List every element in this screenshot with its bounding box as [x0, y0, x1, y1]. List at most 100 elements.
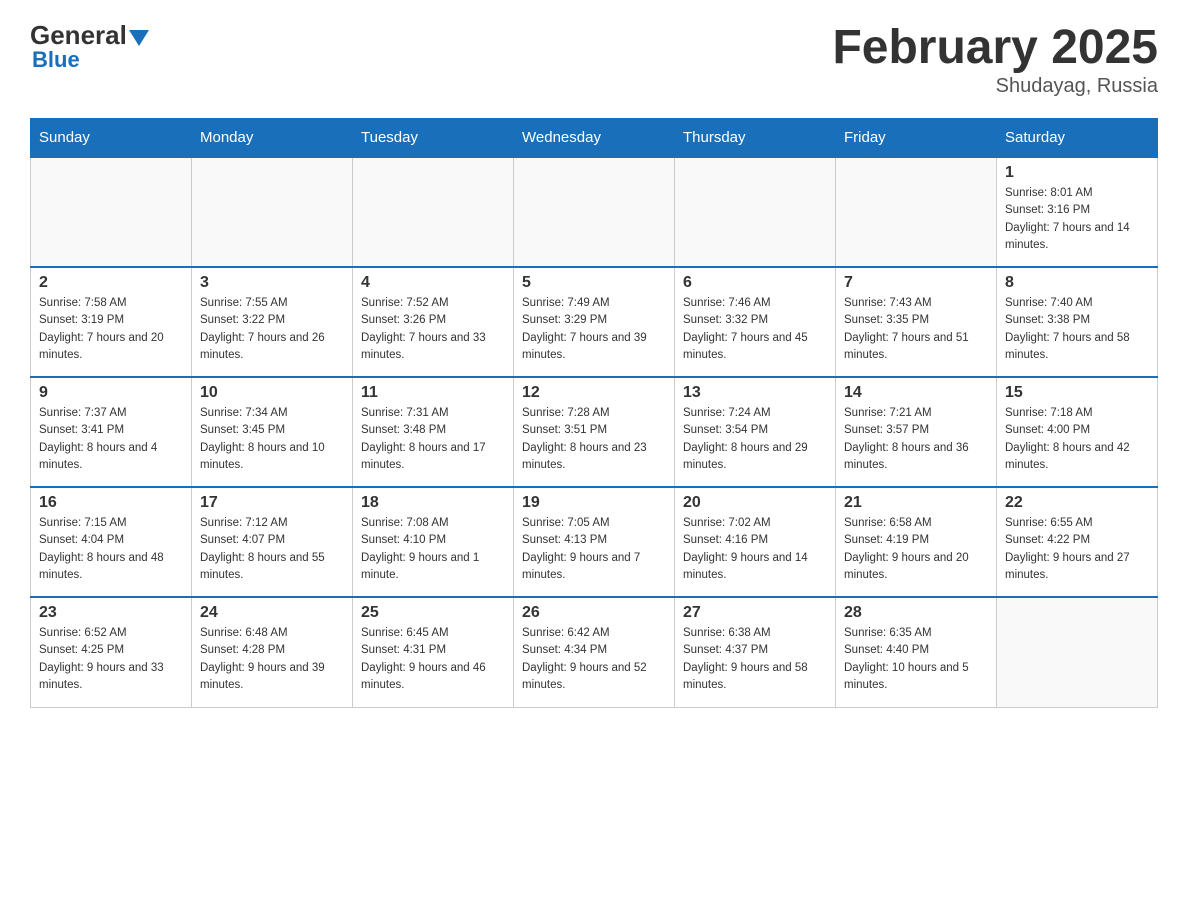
day-info: Sunrise: 6:55 AMSunset: 4:22 PMDaylight:… — [1005, 515, 1149, 584]
calendar-cell: 4 Sunrise: 7:52 AMSunset: 3:26 PMDaylight… — [353, 267, 514, 377]
day-number: 28 — [844, 604, 988, 622]
day-number: 16 — [39, 494, 183, 512]
day-info: Sunrise: 7:05 AMSunset: 4:13 PMDaylight:… — [522, 515, 666, 584]
day-info: Sunrise: 7:58 AMSunset: 3:19 PMDaylight:… — [39, 295, 183, 364]
calendar-cell: 2Sunrise: 7:58 AMSunset: 3:19 PMDaylight… — [31, 267, 192, 377]
day-info: Sunrise: 7:28 AMSunset: 3:51 PMDaylight:… — [522, 405, 666, 474]
day-info: Sunrise: 7:24 AMSunset: 3:54 PMDaylight:… — [683, 405, 827, 474]
day-info: Sunrise: 7:31 AMSunset: 3:48 PMDaylight:… — [361, 405, 505, 474]
day-number: 27 — [683, 604, 827, 622]
day-info: Sunrise: 6:52 AMSunset: 4:25 PMDaylight:… — [39, 625, 183, 694]
day-info: Sunrise: 7:12 AMSunset: 4:07 PMDaylight:… — [200, 515, 344, 584]
calendar-cell: 7 Sunrise: 7:43 AMSunset: 3:35 PMDaylight… — [836, 267, 997, 377]
day-header-monday: Monday — [192, 119, 353, 158]
month-title: February 2025 — [832, 20, 1158, 75]
calendar-cell: 9 Sunrise: 7:37 AMSunset: 3:41 PMDaylight… — [31, 377, 192, 487]
calendar-cell: 22 Sunrise: 6:55 AMSunset: 4:22 PMDayligh… — [997, 487, 1158, 597]
calendar-cell: 27 Sunrise: 6:38 AMSunset: 4:37 PMDayligh… — [675, 597, 836, 707]
logo: General Blue — [30, 20, 149, 73]
day-number: 7 — [844, 274, 988, 292]
day-number: 10 — [200, 384, 344, 402]
day-number: 24 — [200, 604, 344, 622]
title-section: February 2025 Shudayag, Russia — [832, 20, 1158, 98]
calendar-cell: 3Sunrise: 7:55 AMSunset: 3:22 PMDaylight… — [192, 267, 353, 377]
calendar-cell: 14 Sunrise: 7:21 AMSunset: 3:57 PMDayligh… — [836, 377, 997, 487]
day-info: Sunrise: 7:21 AMSunset: 3:57 PMDaylight:… — [844, 405, 988, 474]
day-info: Sunrise: 6:48 AMSunset: 4:28 PMDaylight:… — [200, 625, 344, 694]
day-number: 25 — [361, 604, 505, 622]
day-number: 11 — [361, 384, 505, 402]
calendar-week-5: 23 Sunrise: 6:52 AMSunset: 4:25 PMDayligh… — [31, 597, 1158, 707]
calendar-cell: 8 Sunrise: 7:40 AMSunset: 3:38 PMDaylight… — [997, 267, 1158, 377]
day-info: Sunrise: 7:43 AMSunset: 3:35 PMDaylight:… — [844, 295, 988, 364]
location-label: Shudayag, Russia — [832, 75, 1158, 98]
day-info: Sunrise: 8:01 AMSunset: 3:16 PMDaylight:… — [1005, 185, 1149, 254]
calendar-week-3: 9 Sunrise: 7:37 AMSunset: 3:41 PMDaylight… — [31, 377, 1158, 487]
day-number: 13 — [683, 384, 827, 402]
day-number: 21 — [844, 494, 988, 512]
day-info: Sunrise: 7:55 AMSunset: 3:22 PMDaylight:… — [200, 295, 344, 364]
calendar-cell: 10 Sunrise: 7:34 AMSunset: 3:45 PMDayligh… — [192, 377, 353, 487]
day-info: Sunrise: 7:34 AMSunset: 3:45 PMDaylight:… — [200, 405, 344, 474]
calendar-cell: 17 Sunrise: 7:12 AMSunset: 4:07 PMDayligh… — [192, 487, 353, 597]
day-info: Sunrise: 6:42 AMSunset: 4:34 PMDaylight:… — [522, 625, 666, 694]
calendar-cell: 18 Sunrise: 7:08 AMSunset: 4:10 PMDayligh… — [353, 487, 514, 597]
calendar-cell: 6 Sunrise: 7:46 AMSunset: 3:32 PMDaylight… — [675, 267, 836, 377]
calendar-cell — [514, 157, 675, 267]
day-info: Sunrise: 6:35 AMSunset: 4:40 PMDaylight:… — [844, 625, 988, 694]
day-info: Sunrise: 7:49 AMSunset: 3:29 PMDaylight:… — [522, 295, 666, 364]
day-header-saturday: Saturday — [997, 119, 1158, 158]
calendar-cell — [675, 157, 836, 267]
calendar-week-1: 1 Sunrise: 8:01 AMSunset: 3:16 PMDaylight… — [31, 157, 1158, 267]
day-number: 18 — [361, 494, 505, 512]
calendar-cell: 28 Sunrise: 6:35 AMSunset: 4:40 PMDayligh… — [836, 597, 997, 707]
page-header: General Blue February 2025 Shudayag, Rus… — [30, 20, 1158, 98]
day-number: 22 — [1005, 494, 1149, 512]
day-number: 12 — [522, 384, 666, 402]
day-info: Sunrise: 7:46 AMSunset: 3:32 PMDaylight:… — [683, 295, 827, 364]
day-info: Sunrise: 6:38 AMSunset: 4:37 PMDaylight:… — [683, 625, 827, 694]
day-number: 14 — [844, 384, 988, 402]
calendar-cell — [997, 597, 1158, 707]
day-number: 15 — [1005, 384, 1149, 402]
calendar-cell: 1 Sunrise: 8:01 AMSunset: 3:16 PMDaylight… — [997, 157, 1158, 267]
calendar-cell: 24 Sunrise: 6:48 AMSunset: 4:28 PMDayligh… — [192, 597, 353, 707]
calendar-cell — [353, 157, 514, 267]
day-info: Sunrise: 7:08 AMSunset: 4:10 PMDaylight:… — [361, 515, 505, 584]
day-header-friday: Friday — [836, 119, 997, 158]
day-info: Sunrise: 6:45 AMSunset: 4:31 PMDaylight:… — [361, 625, 505, 694]
day-number: 4 — [361, 274, 505, 292]
calendar-cell: 15 Sunrise: 7:18 AMSunset: 4:00 PMDayligh… — [997, 377, 1158, 487]
day-number: 9 — [39, 384, 183, 402]
day-number: 19 — [522, 494, 666, 512]
day-header-wednesday: Wednesday — [514, 119, 675, 158]
day-number: 8 — [1005, 274, 1149, 292]
day-header-thursday: Thursday — [675, 119, 836, 158]
day-info: Sunrise: 7:37 AMSunset: 3:41 PMDaylight:… — [39, 405, 183, 474]
day-info: Sunrise: 7:18 AMSunset: 4:00 PMDaylight:… — [1005, 405, 1149, 474]
calendar-cell: 11 Sunrise: 7:31 AMSunset: 3:48 PMDayligh… — [353, 377, 514, 487]
day-info: Sunrise: 6:58 AMSunset: 4:19 PMDaylight:… — [844, 515, 988, 584]
day-info: Sunrise: 7:15 AMSunset: 4:04 PMDaylight:… — [39, 515, 183, 584]
calendar-cell — [192, 157, 353, 267]
day-number: 5 — [522, 274, 666, 292]
day-info: Sunrise: 7:02 AMSunset: 4:16 PMDaylight:… — [683, 515, 827, 584]
calendar-cell: 20 Sunrise: 7:02 AMSunset: 4:16 PMDayligh… — [675, 487, 836, 597]
day-info: Sunrise: 7:52 AMSunset: 3:26 PMDaylight:… — [361, 295, 505, 364]
logo-blue-text: Blue — [32, 47, 80, 73]
calendar-week-4: 16 Sunrise: 7:15 AMSunset: 4:04 PMDayligh… — [31, 487, 1158, 597]
day-number: 17 — [200, 494, 344, 512]
logo-triangle-icon — [129, 30, 149, 46]
day-number: 20 — [683, 494, 827, 512]
calendar-cell: 5 Sunrise: 7:49 AMSunset: 3:29 PMDaylight… — [514, 267, 675, 377]
calendar-cell: 25 Sunrise: 6:45 AMSunset: 4:31 PMDayligh… — [353, 597, 514, 707]
calendar-cell: 12 Sunrise: 7:28 AMSunset: 3:51 PMDayligh… — [514, 377, 675, 487]
calendar-week-2: 2Sunrise: 7:58 AMSunset: 3:19 PMDaylight… — [31, 267, 1158, 377]
day-number: 23 — [39, 604, 183, 622]
day-number: 6 — [683, 274, 827, 292]
day-number: 1 — [1005, 164, 1149, 182]
day-info: Sunrise: 7:40 AMSunset: 3:38 PMDaylight:… — [1005, 295, 1149, 364]
calendar-cell — [836, 157, 997, 267]
calendar-cell: 21 Sunrise: 6:58 AMSunset: 4:19 PMDayligh… — [836, 487, 997, 597]
calendar-cell: 13 Sunrise: 7:24 AMSunset: 3:54 PMDayligh… — [675, 377, 836, 487]
